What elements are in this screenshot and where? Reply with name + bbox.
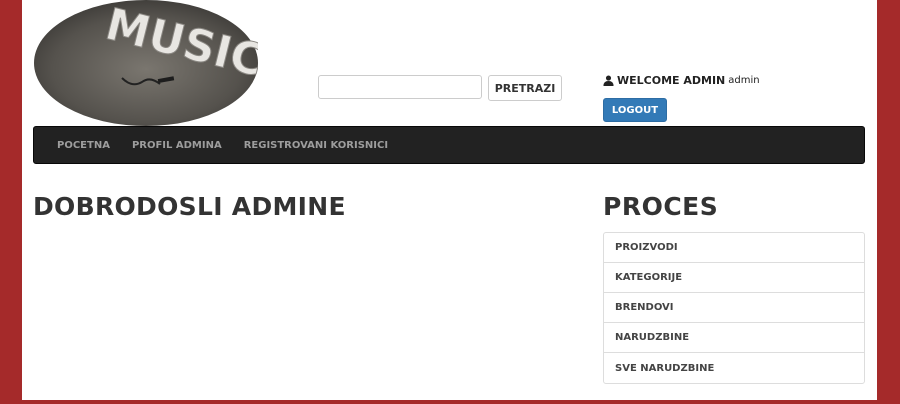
- sidebar-item-kategorije[interactable]: KATEGORIJE: [604, 263, 864, 293]
- user-name: admin: [728, 75, 760, 86]
- page-container: MUSIC PRETRAZI WELCOME ADMIN admin LOGOU…: [22, 0, 877, 400]
- search-button[interactable]: PRETRAZI: [488, 75, 562, 101]
- sidebar-title: PROCES: [603, 192, 719, 221]
- sidebar-item-sve-narudzbine[interactable]: SVE NARUDZBINE: [604, 353, 864, 383]
- main-navbar: POCETNA PROFIL ADMINA REGISTROVANI KORIS…: [33, 126, 865, 164]
- welcome-label: WELCOME ADMIN: [617, 74, 726, 87]
- logout-button[interactable]: LOGOUT: [603, 98, 667, 122]
- sidebar-item-brendovi[interactable]: BRENDOVI: [604, 293, 864, 323]
- sidebar-menu: PROIZVODI KATEGORIJE BRENDOVI NARUDZBINE…: [603, 232, 865, 384]
- music-logo[interactable]: MUSIC: [34, 0, 258, 126]
- nav-item-pocetna[interactable]: POCETNA: [57, 140, 110, 151]
- page-title: DOBRODOSLI ADMINE: [33, 192, 346, 221]
- welcome-message: WELCOME ADMIN admin: [603, 74, 760, 87]
- nav-item-profil-admina[interactable]: PROFIL ADMINA: [132, 140, 222, 151]
- search-input[interactable]: [318, 75, 482, 99]
- sidebar-item-narudzbine[interactable]: NARUDZBINE: [604, 323, 864, 353]
- user-icon: [603, 75, 614, 86]
- nav-item-registrovani-korisnici[interactable]: REGISTROVANI KORISNICI: [244, 140, 388, 151]
- sidebar-item-proizvodi[interactable]: PROIZVODI: [604, 233, 864, 263]
